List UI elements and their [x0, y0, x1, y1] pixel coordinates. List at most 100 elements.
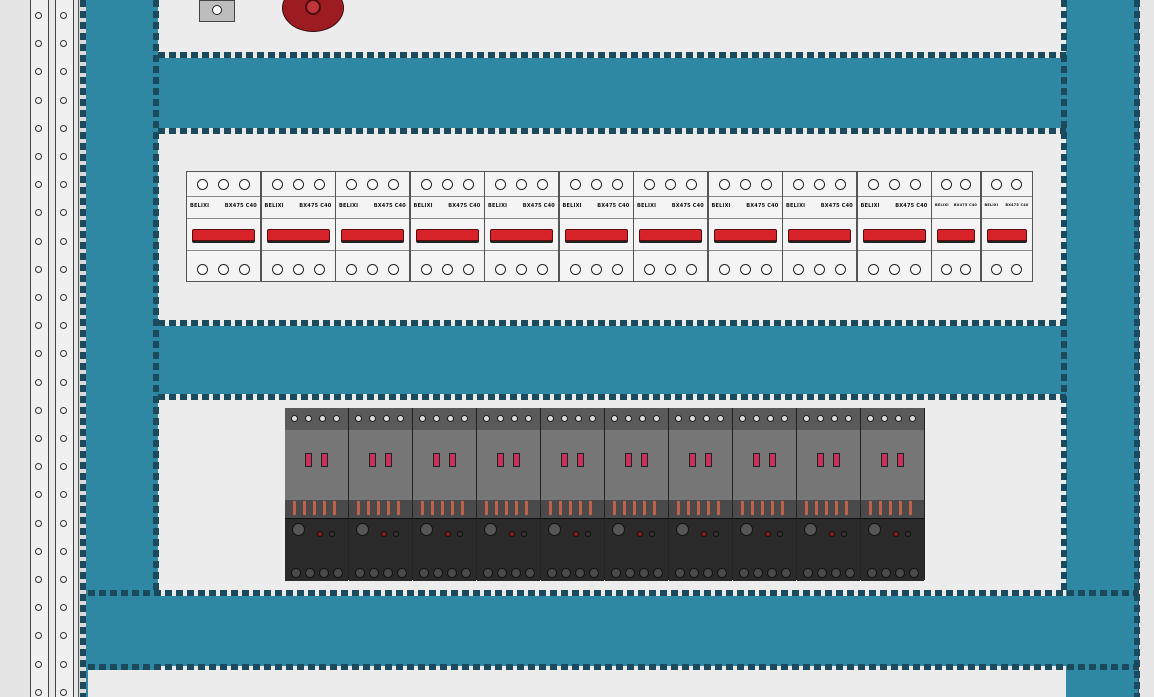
terminal-hole [346, 263, 357, 275]
dash-edge [1061, 0, 1067, 590]
adjust-knob-icon[interactable] [292, 523, 305, 536]
contactor-unit[interactable] [349, 408, 413, 581]
breaker-lever[interactable] [415, 229, 479, 241]
breaker-lever[interactable] [341, 229, 404, 241]
reset-button[interactable] [701, 531, 707, 537]
screw-icon [447, 415, 454, 422]
rail-hole [60, 125, 67, 132]
breaker-lever[interactable] [713, 229, 777, 241]
adjust-knob-icon[interactable] [740, 523, 753, 536]
circuit-breaker[interactable]: BELIXI BX475 C40 [980, 171, 1033, 282]
breaker-lever[interactable] [862, 229, 926, 241]
test-button[interactable] [457, 531, 463, 537]
breaker-lever[interactable] [937, 229, 975, 241]
test-button[interactable] [905, 531, 911, 537]
contactor-unit[interactable] [541, 408, 605, 581]
terminal-wire [717, 501, 720, 515]
circuit-breaker[interactable]: BELIXI BX475 C40 [931, 171, 981, 282]
rail-hole [35, 209, 42, 216]
contactor-unit[interactable] [413, 408, 477, 581]
test-button[interactable] [841, 531, 847, 537]
terminal-hole [537, 178, 548, 190]
test-button[interactable] [713, 531, 719, 537]
screw-icon [355, 568, 365, 578]
terminal-hole [960, 178, 972, 190]
contactor-unit[interactable] [669, 408, 733, 581]
breaker-model: BX475 C40 [1005, 203, 1029, 207]
circuit-breaker[interactable]: BELIXI BX475 C40 [856, 171, 932, 282]
test-button[interactable] [777, 531, 783, 537]
circuit-breaker[interactable]: BELIXI BX475 C40 [707, 171, 783, 282]
circuit-breaker[interactable]: BELIXI BX475 C40 [484, 171, 559, 282]
adjust-knob-icon[interactable] [548, 523, 561, 536]
screw-icon [909, 568, 919, 578]
reset-button[interactable] [509, 531, 515, 537]
circuit-breaker[interactable]: BELIXI BX475 C40 [558, 171, 634, 282]
screw-icon [803, 568, 813, 578]
circuit-breaker[interactable]: BELIXI BX475 C40 [782, 171, 857, 282]
contactor-unit[interactable] [477, 408, 541, 581]
screw-icon [397, 415, 404, 422]
breaker-lever[interactable] [192, 229, 255, 241]
rail-hole [35, 661, 42, 668]
adjust-knob-icon[interactable] [868, 523, 881, 536]
dash-edge [153, 0, 159, 590]
rail-hole [35, 125, 42, 132]
contactor-unit[interactable] [861, 408, 925, 581]
reset-button[interactable] [381, 531, 387, 537]
contactor-unit[interactable] [605, 408, 669, 581]
breaker-brand: BELIXI [488, 203, 508, 209]
contactor-unit[interactable] [285, 408, 349, 581]
terminal-hole [495, 263, 506, 275]
contactor-unit[interactable] [797, 408, 861, 581]
adjust-knob-icon[interactable] [804, 523, 817, 536]
terminal-hole [420, 178, 432, 190]
breaker-lever[interactable] [986, 229, 1027, 241]
test-button[interactable] [649, 531, 655, 537]
reset-button[interactable] [445, 531, 451, 537]
screw-icon [383, 415, 390, 422]
reset-button[interactable] [765, 531, 771, 537]
test-button[interactable] [393, 531, 399, 537]
contactor-unit[interactable] [733, 408, 797, 581]
adjust-knob-icon[interactable] [612, 523, 625, 536]
reset-button[interactable] [573, 531, 579, 537]
rail-hole [60, 576, 67, 583]
terminal-wire [323, 501, 326, 515]
screw-icon [433, 415, 440, 422]
reset-button[interactable] [317, 531, 323, 537]
circuit-breaker[interactable]: BELIXI BX475 C40 [260, 171, 336, 282]
test-button[interactable] [585, 531, 591, 537]
rail-hole [60, 435, 67, 442]
test-button[interactable] [329, 531, 335, 537]
breaker-lever[interactable] [639, 229, 702, 241]
screw-icon [433, 568, 443, 578]
adjust-knob-icon[interactable] [420, 523, 433, 536]
indicator-flag [561, 453, 568, 467]
terminal-wire [613, 501, 616, 515]
rail-hole [35, 463, 42, 470]
breaker-lever[interactable] [490, 229, 553, 241]
adjust-knob-icon[interactable] [676, 523, 689, 536]
reset-button[interactable] [637, 531, 643, 537]
breaker-lever[interactable] [788, 229, 851, 241]
reset-button[interactable] [893, 531, 899, 537]
selector-switch-icon[interactable] [199, 0, 235, 22]
rail-hole [35, 435, 42, 442]
screw-icon [305, 568, 315, 578]
circuit-breaker[interactable]: BELIXI BX475 C40 [335, 171, 410, 282]
circuit-breaker[interactable]: BELIXI BX475 C40 [409, 171, 485, 282]
breaker-lever[interactable] [266, 229, 330, 241]
rail-hole [60, 68, 67, 75]
breaker-lever[interactable] [564, 229, 628, 241]
circuit-breaker[interactable]: BELIXI BX475 C40 [633, 171, 708, 282]
terminal-hole [814, 263, 825, 275]
terminal-hole [760, 263, 772, 275]
rail-hole [35, 350, 42, 357]
reset-button[interactable] [829, 531, 835, 537]
breaker-label: BELIXI BX475 C40 [414, 203, 481, 209]
test-button[interactable] [521, 531, 527, 537]
adjust-knob-icon[interactable] [356, 523, 369, 536]
adjust-knob-icon[interactable] [484, 523, 497, 536]
circuit-breaker[interactable]: BELIXI BX475 C40 [186, 171, 261, 282]
